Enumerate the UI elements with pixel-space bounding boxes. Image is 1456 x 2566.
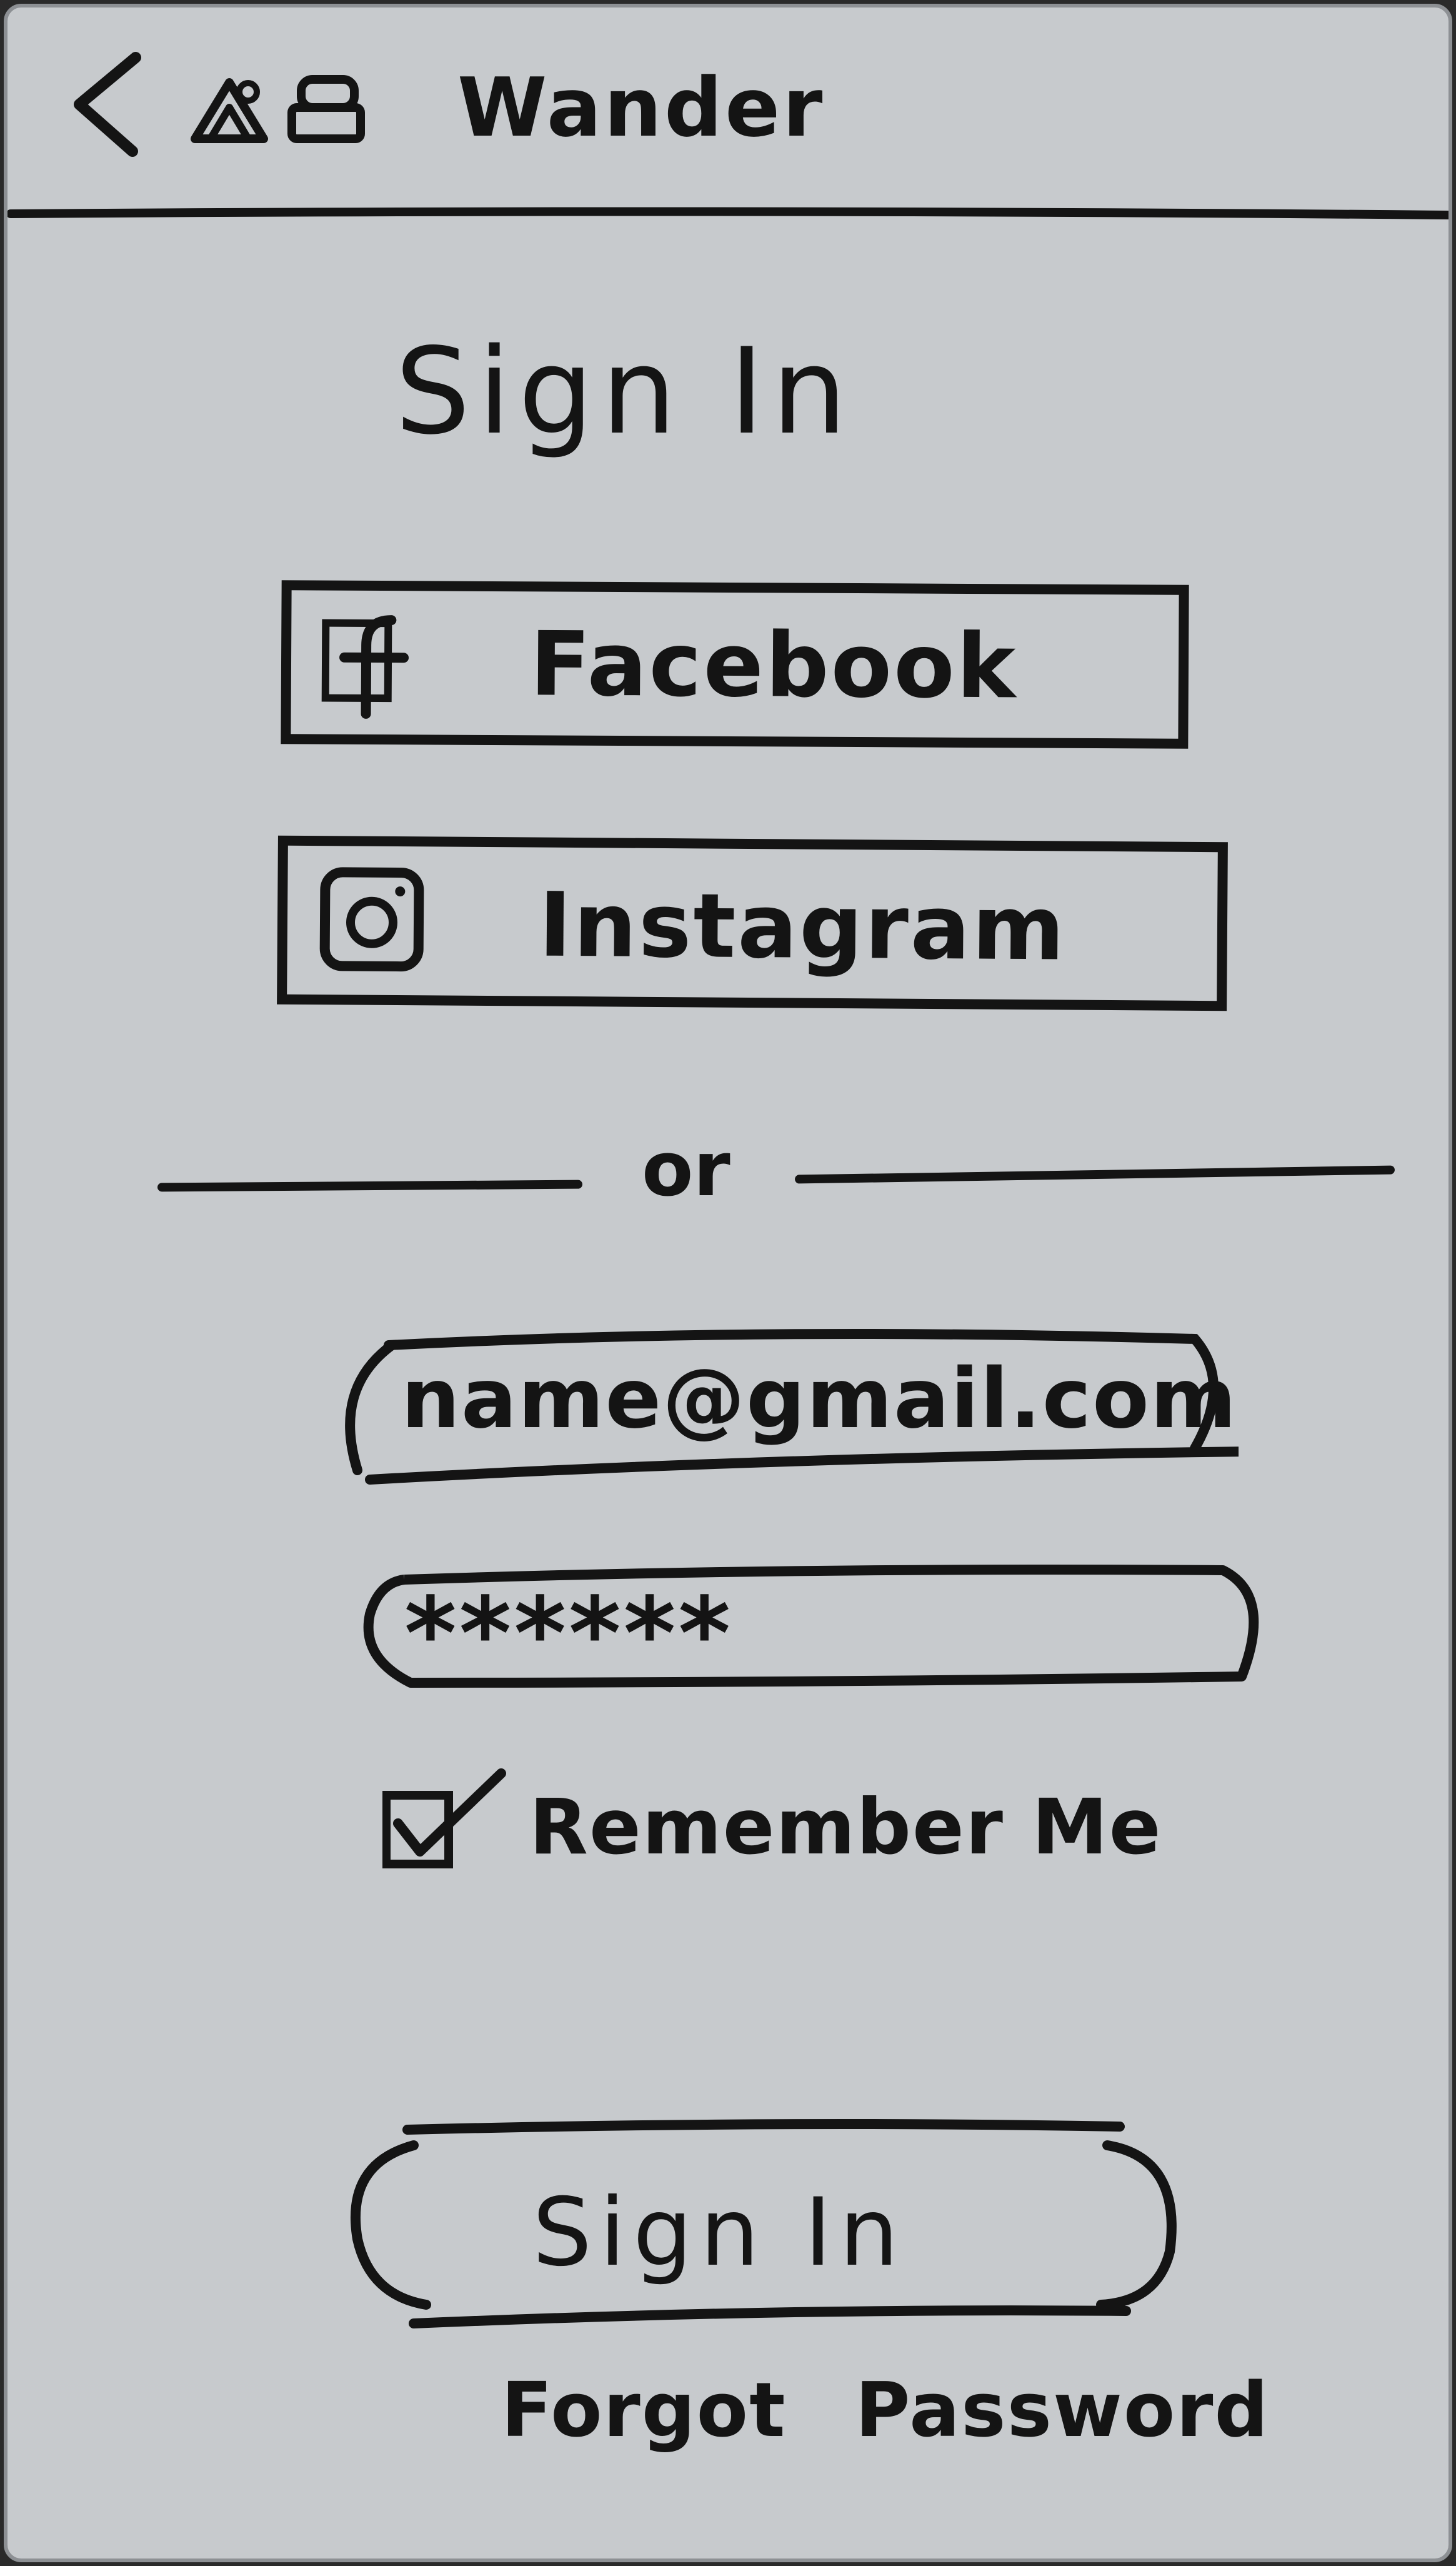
divider-or: or [642,1126,730,1213]
sign-in-button-label: Sign In [532,2178,907,2287]
wander-logo-icon [191,75,365,143]
instagram-signin-button[interactable]: Instagram [277,835,1228,1011]
password-word: Password [855,2367,1270,2454]
password-value: ****** [404,1575,734,1692]
app-title: Wander [457,60,825,155]
checkbox-checked-icon[interactable] [382,1764,520,1877]
divider-line-left [157,1180,583,1192]
page-title: Sign In [395,323,855,461]
email-value: name@gmail.com [401,1351,1238,1447]
chevron-left-icon[interactable] [61,42,148,167]
sign-in-button[interactable]: Sign In [345,2114,1182,2339]
facebook-icon [321,615,409,719]
forgot-word: Forgot [501,2367,787,2454]
sign-in-screen: Wander Sign In Facebook Instagram or nam… [4,4,1452,2562]
forgot-password-link[interactable]: Forgot Password [501,2373,1269,2448]
divider-line-right [794,1165,1395,1184]
app-header: Wander [7,8,1449,219]
header-divider [7,207,1449,219]
remember-me-label: Remember Me [529,1783,1162,1872]
facebook-signin-button[interactable]: Facebook [281,580,1189,749]
facebook-label: Facebook [529,613,1018,719]
instagram-label: Instagram [538,873,1067,981]
instagram-icon [319,867,424,972]
password-field[interactable]: ****** [348,1558,1270,1714]
email-field[interactable]: name@gmail.com [320,1320,1239,1501]
remember-me-checkbox[interactable]: Remember Me [382,1764,1195,1877]
